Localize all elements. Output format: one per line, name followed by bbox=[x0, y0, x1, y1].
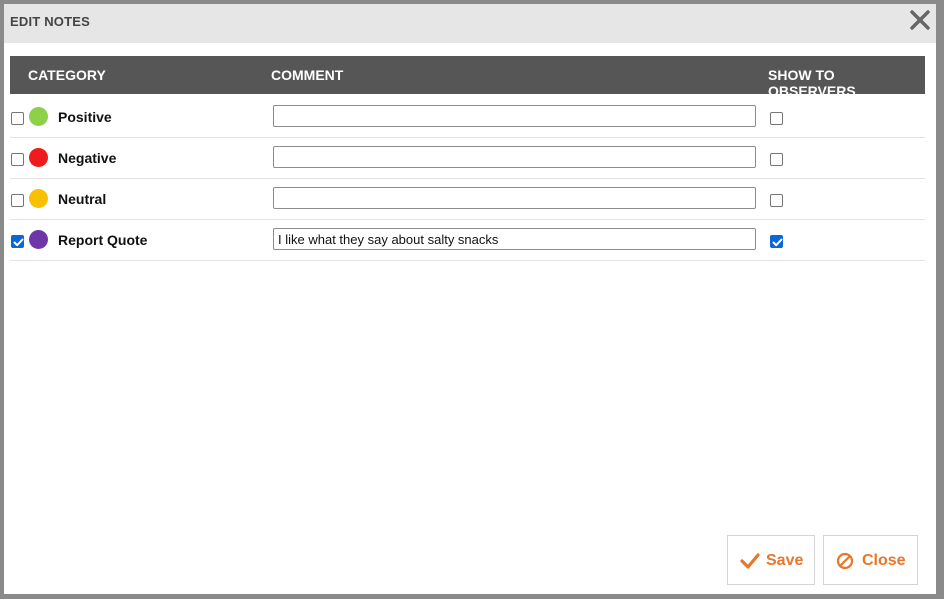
category-label: Neutral bbox=[58, 191, 107, 207]
table-row: Report Quote bbox=[10, 220, 925, 261]
show-to-observers-checkbox[interactable] bbox=[770, 235, 783, 248]
category-checkbox[interactable] bbox=[11, 235, 24, 248]
category-checkbox[interactable] bbox=[11, 112, 24, 125]
close-button-label: Close bbox=[862, 552, 906, 569]
edit-notes-dialog: EDIT NOTES CATEGORY COMMENT SHOW TO OBSE… bbox=[4, 4, 936, 594]
comment-input[interactable] bbox=[273, 187, 756, 209]
category-label: Negative bbox=[58, 150, 117, 166]
table-row: Negative bbox=[10, 138, 925, 179]
show-to-observers-checkbox[interactable] bbox=[770, 194, 783, 207]
category-color-dot bbox=[29, 189, 48, 208]
dialog-header: EDIT NOTES bbox=[4, 4, 936, 43]
show-to-observers-checkbox[interactable] bbox=[770, 112, 783, 125]
save-button-label: Save bbox=[766, 552, 804, 569]
column-header-comment: COMMENT bbox=[271, 67, 344, 83]
table-row: Positive bbox=[10, 97, 925, 138]
comment-input[interactable] bbox=[273, 146, 756, 168]
category-label: Positive bbox=[58, 109, 112, 125]
category-color-dot bbox=[29, 107, 48, 126]
comment-input[interactable] bbox=[273, 105, 756, 127]
category-checkbox[interactable] bbox=[11, 153, 24, 166]
checkmark-icon bbox=[740, 552, 760, 575]
category-color-dot bbox=[29, 230, 48, 249]
table-row: Neutral bbox=[10, 179, 925, 220]
comment-input[interactable] bbox=[273, 228, 756, 250]
table-header: CATEGORY COMMENT SHOW TO OBSERVERS bbox=[10, 56, 925, 99]
ban-icon bbox=[836, 552, 854, 575]
column-header-category: CATEGORY bbox=[28, 67, 106, 83]
column-header-show-to-observers: SHOW TO OBSERVERS bbox=[768, 67, 856, 99]
category-checkbox[interactable] bbox=[11, 194, 24, 207]
category-label: Report Quote bbox=[58, 232, 148, 248]
close-icon[interactable] bbox=[908, 8, 932, 32]
category-color-dot bbox=[29, 148, 48, 167]
close-button[interactable]: Close bbox=[823, 535, 918, 585]
save-button[interactable]: Save bbox=[727, 535, 815, 585]
show-to-observers-checkbox[interactable] bbox=[770, 153, 783, 166]
dialog-title: EDIT NOTES bbox=[10, 14, 91, 29]
